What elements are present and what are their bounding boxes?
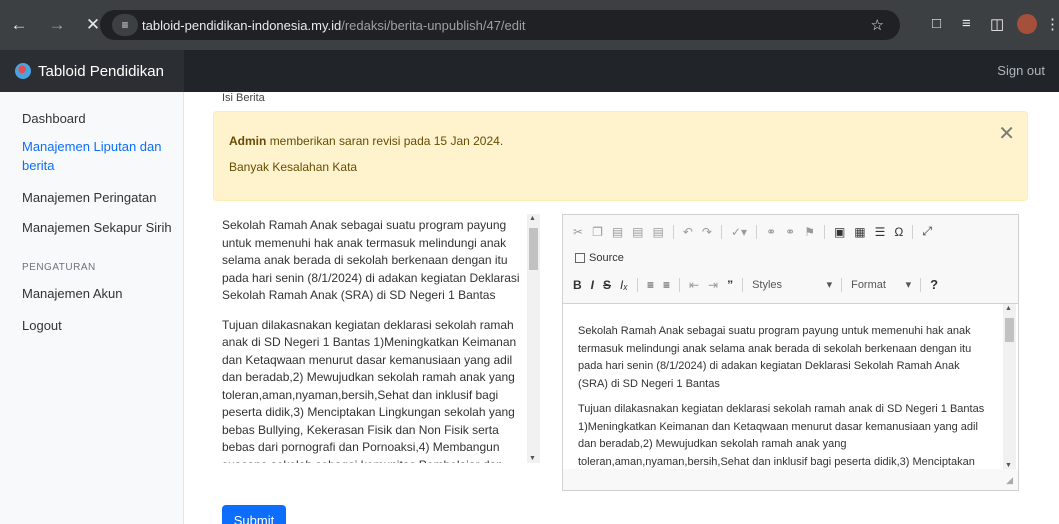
scroll-up-icon[interactable]: ▲ [529, 215, 536, 222]
forward-arrow-icon[interactable]: → [46, 15, 68, 35]
toolbar-separator [678, 277, 680, 292]
paste-icon[interactable]: ▤ [612, 225, 623, 239]
editor-scrollbar[interactable]: ▲ ▼ [1003, 304, 1016, 469]
link-icon[interactable]: ⚭ [766, 225, 776, 239]
scroll-down-icon[interactable]: ▼ [1005, 462, 1012, 469]
redo-icon[interactable]: ↷ [702, 225, 712, 239]
italic-icon[interactable]: I [591, 278, 594, 292]
app-navbar: Tabloid Pendidikan Sign out [0, 50, 1059, 92]
back-arrow-icon[interactable]: ← [8, 15, 30, 35]
undo-icon[interactable]: ↶ [683, 225, 693, 239]
toolbar-separator [756, 224, 758, 239]
textarea-scrollbar[interactable]: ▲ ▼ [527, 214, 540, 463]
table-icon[interactable]: ▦ [854, 225, 865, 239]
source-button[interactable]: Source [575, 252, 624, 264]
dropdown-arrow-icon: ▾ [826, 279, 833, 291]
editor-toolbar-row-2: B I S Iₓ ≡ ≡ ⇤ ⇥ ” Styles ▾ Format ▾ ? [573, 277, 938, 292]
outdent-icon[interactable]: ⇤ [689, 278, 699, 292]
alert-text: memberikan saran revisi pada 15 Jan 2024… [269, 134, 504, 148]
revision-alert: Admin memberikan saran revisi pada 15 Ja… [213, 111, 1028, 201]
scrollbar-thumb[interactable] [529, 228, 538, 270]
paste-text-icon[interactable]: ▤ [632, 225, 643, 239]
scroll-up-icon[interactable]: ▲ [1005, 305, 1012, 312]
toolbar-separator [920, 277, 922, 292]
bold-icon[interactable]: B [573, 278, 582, 292]
sidebar-item-dashboard[interactable]: Dashboard [22, 109, 86, 128]
indent-icon[interactable]: ⇥ [708, 278, 718, 292]
maximize-icon[interactable]: ⤢ [922, 224, 932, 239]
side-panel-icon[interactable]: ◫ [990, 15, 1004, 33]
format-dropdown[interactable]: Format ▾ [851, 278, 912, 292]
scroll-down-icon[interactable]: ▼ [529, 455, 536, 462]
toolbar-separator [672, 224, 674, 239]
dropdown-arrow-icon: ▾ [905, 279, 912, 291]
site-info-icon[interactable]: ≡ [112, 14, 138, 36]
sidebar-item-peringatan[interactable]: Manajemen Peringatan [22, 188, 156, 207]
special-char-icon[interactable]: Ω [894, 225, 903, 239]
toolbar-separator [823, 224, 825, 239]
brand-logo-icon [15, 63, 31, 79]
toolbar-separator [636, 277, 638, 292]
content-textarea[interactable]: Sekolah Ramah Anak sebagai suatu program… [213, 214, 540, 463]
image-icon[interactable]: ▣ [834, 225, 845, 239]
editor-toolbar-row-1: ✂ ❐ ▤ ▤ ▤ ↶ ↷ ✓▾ ⚭ ⚭ ⚑ ▣ ▦ ☰ Ω ⤢ [573, 224, 932, 239]
extensions-icon[interactable]: □ [932, 15, 941, 32]
sidebar-item-akun[interactable]: Manajemen Akun [22, 284, 122, 303]
unlink-icon[interactable]: ⚭ [785, 225, 795, 239]
brand-title: Tabloid Pendidikan [38, 62, 164, 80]
alert-message: Admin memberikan saran revisi pada 15 Ja… [229, 134, 503, 148]
source-label: Source [589, 252, 624, 264]
blockquote-icon[interactable]: ” [727, 278, 733, 292]
alert-author: Admin [229, 134, 267, 148]
field-label: Isi Berita [222, 92, 265, 104]
textarea-paragraph: Sekolah Ramah Anak sebagai suatu program… [222, 218, 520, 302]
sidebar-item-liputan-berita[interactable]: Manajemen Liputan dan berita [22, 137, 172, 175]
resize-handle-icon[interactable]: ◢ [1006, 475, 1013, 486]
strike-icon[interactable]: S [603, 278, 611, 292]
source-icon [575, 253, 585, 263]
spellcheck-icon[interactable]: ✓▾ [731, 225, 747, 239]
alert-note: Banyak Kesalahan Kata [229, 160, 358, 174]
editor-paragraph: Tujuan dilakasnakan kegiatan deklarasi s… [578, 403, 985, 468]
editor-statusbar: ◢ [563, 470, 1018, 490]
reading-list-icon[interactable]: ≡ [962, 15, 971, 32]
sidebar-item-sekapur-sirih[interactable]: Manajemen Sekapur Sirih [22, 218, 172, 237]
toolbar-separator [720, 224, 722, 239]
sign-out-link[interactable]: Sign out [997, 63, 1045, 78]
sidebar: Dashboard Manajemen Liputan dan berita M… [0, 92, 184, 524]
brand[interactable]: Tabloid Pendidikan [0, 50, 184, 92]
rich-text-editor: ✂ ❐ ▤ ▤ ▤ ↶ ↷ ✓▾ ⚭ ⚭ ⚑ ▣ ▦ ☰ Ω ⤢ Source … [562, 214, 1019, 491]
profile-avatar-icon[interactable] [1017, 14, 1037, 34]
scrollbar-thumb[interactable] [1005, 318, 1014, 342]
url-host: tabloid-pendidikan-indonesia.my.id [142, 17, 342, 33]
menu-kebab-icon[interactable]: ⋮ [1045, 15, 1059, 33]
cut-icon[interactable]: ✂ [573, 225, 583, 239]
address-bar[interactable]: ≡ tabloid-pendidikan-indonesia.my.id/red… [100, 10, 900, 40]
styles-label: Styles [752, 278, 783, 291]
copy-icon[interactable]: ❐ [592, 225, 603, 239]
numbered-list-icon[interactable]: ≡ [647, 278, 654, 292]
toolbar-separator [912, 224, 914, 239]
remove-format-icon[interactable]: Iₓ [620, 278, 628, 292]
sidebar-section-heading: PENGATURAN [22, 262, 96, 273]
anchor-flag-icon[interactable]: ⚑ [804, 225, 815, 239]
horizontal-line-icon[interactable]: ☰ [875, 225, 886, 239]
toolbar-separator [841, 277, 843, 292]
close-icon[interactable]: ✕ [998, 124, 1015, 144]
editor-paragraph: Sekolah Ramah Anak sebagai suatu program… [578, 325, 972, 390]
paste-word-icon[interactable]: ▤ [653, 225, 664, 239]
toolbar-separator [742, 277, 744, 292]
url-path: /redaksi/berita-unpublish/47/edit [341, 17, 526, 33]
format-label: Format [851, 278, 886, 291]
bulleted-list-icon[interactable]: ≡ [663, 278, 670, 292]
submit-button[interactable]: Submit [222, 505, 286, 524]
bookmark-star-icon[interactable]: ☆ [871, 16, 884, 34]
browser-toolbar: ← → ✕ ≡ tabloid-pendidikan-indonesia.my.… [0, 0, 1059, 50]
editor-content-area[interactable]: Sekolah Ramah Anak sebagai suatu program… [563, 303, 1018, 469]
sidebar-item-logout[interactable]: Logout [22, 316, 62, 335]
help-icon[interactable]: ? [930, 277, 938, 292]
textarea-paragraph: Tujuan dilakasnakan kegiatan deklarasi s… [222, 317, 517, 464]
styles-dropdown[interactable]: Styles ▾ [752, 278, 833, 292]
